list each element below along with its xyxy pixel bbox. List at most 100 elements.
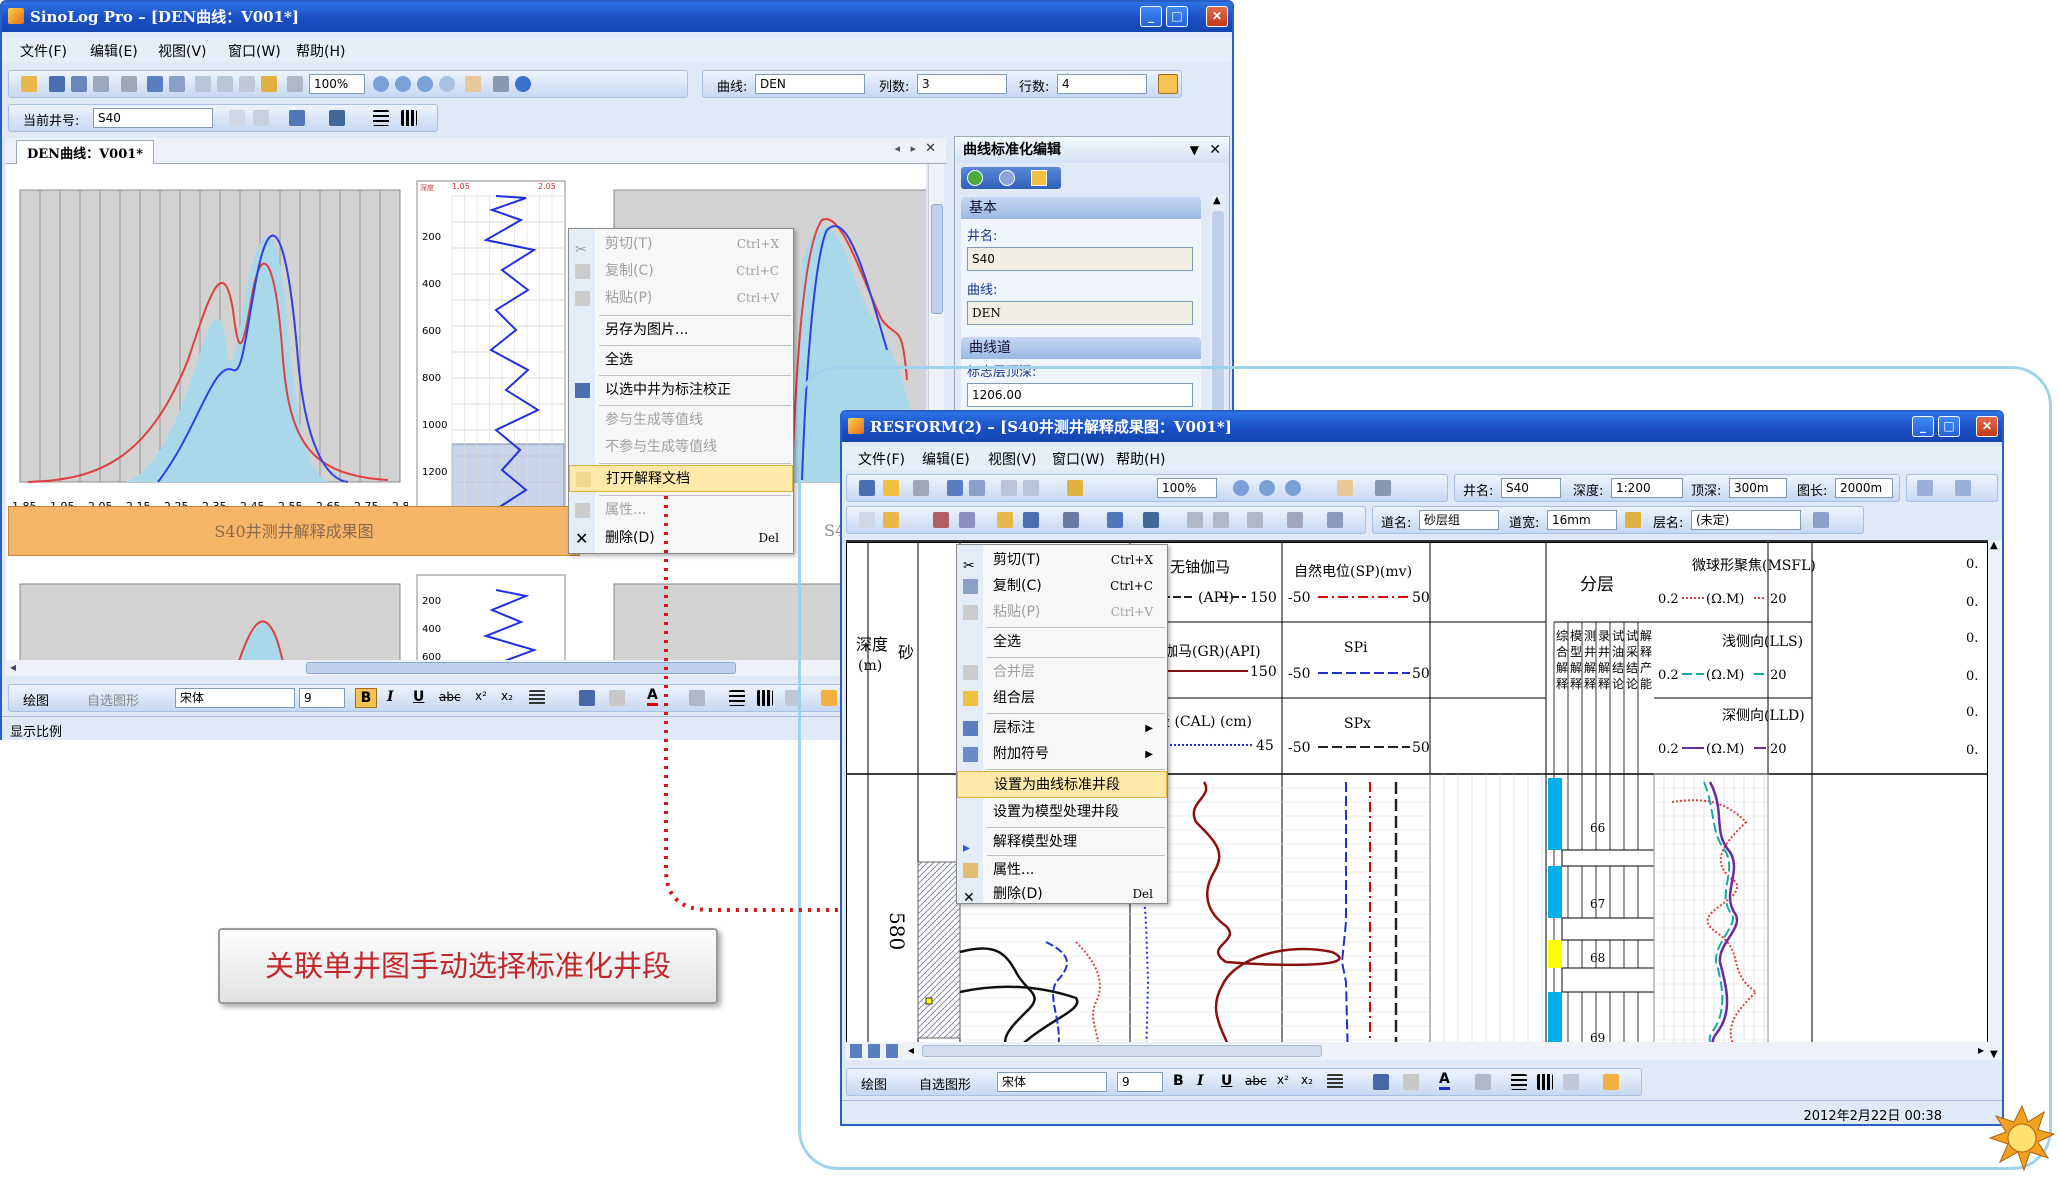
font-size-select[interactable]: 9 [299,688,345,708]
draw-menu[interactable]: 绘图 [23,690,49,709]
curve-field[interactable]: DEN [755,74,865,94]
ctx2-add-symbol[interactable]: 附加符号 ▶ [957,741,1167,768]
selection-handle[interactable] [925,997,933,1005]
resform-size-select[interactable]: 9 [1117,1072,1163,1092]
resform-maximize-button[interactable]: □ [1938,416,1960,437]
hand-icon[interactable] [465,76,481,92]
resform-autoshape-menu[interactable]: 自选图形 [919,1074,971,1093]
sinolog-titlebar[interactable]: SinoLog Pro – [DEN曲线：V001*] _ □ ✕ [2,2,1232,32]
resform-zoom-in-icon[interactable] [1233,480,1249,496]
curve-name-field[interactable]: DEN [967,301,1193,325]
resform-menu-edit[interactable]: 编辑(E) [922,449,970,469]
cols-select[interactable]: 3 [917,74,1007,94]
panel-back-icon[interactable] [967,170,983,186]
panel-forward-icon[interactable] [999,170,1015,186]
resform-pen-icon[interactable] [1143,512,1159,528]
menu-edit[interactable]: 编辑(E) [90,41,138,61]
resform-minimize-button[interactable]: _ [1912,416,1934,437]
result-banner[interactable]: S40井测井解释成果图 [8,506,580,556]
fill-color-icon[interactable] [609,690,625,706]
resform-menu-window[interactable]: 窗口(W) [1052,449,1105,469]
paste-icon[interactable] [217,76,233,92]
lock-icon[interactable] [1625,512,1641,528]
resform-menu-help[interactable]: 帮助(H) [1116,449,1165,469]
resform-scroll-left-icon[interactable]: ◂ [908,1043,914,1057]
section-basic-header[interactable]: 基本 [961,197,1201,219]
tab-next-icon[interactable]: ▸ [910,142,916,155]
resform-line-icon[interactable] [1511,1074,1527,1090]
pen-color-icon[interactable] [579,690,595,706]
strike-button[interactable]: abc [439,690,461,704]
ctx2-group-layer[interactable]: 组合层 [957,685,1167,712]
ctx1-save-image[interactable]: 另存为图片... [569,317,793,344]
print-preview-icon[interactable] [93,76,109,92]
ctx2-set-standard-section[interactable]: 设置为曲线标准井段 [957,771,1167,798]
resform-dist-icon[interactable] [1213,512,1229,528]
resform-draw-menu[interactable]: 绘图 [861,1074,887,1093]
resform-paste-icon[interactable] [1023,480,1039,496]
resform-cut-icon[interactable] [1001,480,1017,496]
ctx1-select-all[interactable]: 全选 [569,347,793,374]
ctx2-properties[interactable]: 属性... [957,857,1167,884]
resform-dash-icon[interactable] [1537,1074,1553,1090]
menu-file[interactable]: 文件(F) [20,41,67,61]
tab-prev-icon[interactable]: ◂ [894,142,900,155]
resform-close-button[interactable]: ✕ [1976,416,1998,437]
resform-hand-icon[interactable] [1337,480,1353,496]
line-weight-icon[interactable] [373,110,389,126]
undo-icon[interactable] [147,76,163,92]
marker-depth-field[interactable]: 1206.00 [967,383,1193,407]
brush-icon[interactable] [261,76,277,92]
doc-tab[interactable]: DEN曲线：V001* [16,140,155,164]
resform-new-icon[interactable] [859,512,875,528]
resform-export-icon[interactable] [1917,480,1933,496]
resform-bold-button[interactable]: B [1173,1073,1184,1089]
ctx2-cut[interactable]: ✂ 剪切(T) Ctrl+X [957,547,1167,574]
maximize-button[interactable]: □ [1166,6,1188,27]
ctx2-copy[interactable]: 复制(C) Ctrl+C [957,573,1167,600]
resform-strike-button[interactable]: abc [1245,1074,1267,1088]
rows-select[interactable]: 4 [1057,74,1147,94]
zoom-area-icon[interactable] [439,76,455,92]
bold-button[interactable]: B [355,688,377,708]
resform-save-icon[interactable] [859,480,875,496]
resform-layer-icon[interactable] [1063,512,1079,528]
open-icon[interactable] [21,76,37,92]
resform-scroll-down-icon[interactable]: ▼ [1990,1049,1998,1060]
save-icon[interactable] [49,76,65,92]
resform-font-select[interactable]: 宋体 [997,1072,1107,1092]
resform-font-color-icon[interactable]: A [1439,1071,1450,1090]
align-icon[interactable] [529,690,545,706]
ctx2-select-all[interactable]: 全选 [957,629,1167,656]
resform-superscript-button[interactable]: x² [1277,1073,1289,1087]
clip-icon[interactable] [253,110,269,126]
superscript-button[interactable]: x² [475,689,487,703]
resform-zoom-select[interactable]: 100% [1157,478,1217,498]
resform-open-icon[interactable] [883,512,899,528]
resform-brush-icon[interactable] [1067,480,1083,496]
pen-icon[interactable] [329,110,345,126]
cut-icon[interactable] [239,76,255,92]
resform-format-brush-icon[interactable] [1813,512,1829,528]
resform-format-icon[interactable] [913,480,929,496]
resform-track-icon[interactable] [933,512,949,528]
resform-copy-icon[interactable] [883,480,899,496]
resform-play-icon[interactable] [1023,512,1039,528]
ctx2-layer-label[interactable]: 层标注 ▶ [957,715,1167,742]
ctx2-set-model-section[interactable]: 设置为模型处理井段 [957,799,1167,826]
format-icon[interactable] [121,76,137,92]
resform-scale-select[interactable]: 1:200 [1611,478,1683,498]
resform-top-field[interactable]: 300m [1729,478,1787,498]
resform-zoom-out-icon[interactable] [1259,480,1275,496]
layout-icon[interactable] [1158,74,1178,94]
resform-align-icon[interactable] [1187,512,1203,528]
resform-group-icon[interactable] [1247,512,1263,528]
panel-scroll-up-icon[interactable]: ▲ [1213,195,1221,206]
track-width-field[interactable]: 16mm [1547,510,1617,530]
copy-icon[interactable] [195,76,211,92]
properties-icon[interactable] [287,76,303,92]
ctx2-model-process[interactable]: ▸ 解释模型处理 [957,829,1167,856]
underline-button[interactable]: U [413,689,424,705]
resform-scroll-thumb[interactable] [922,1045,1322,1057]
current-well-field[interactable]: S40 [93,108,213,128]
